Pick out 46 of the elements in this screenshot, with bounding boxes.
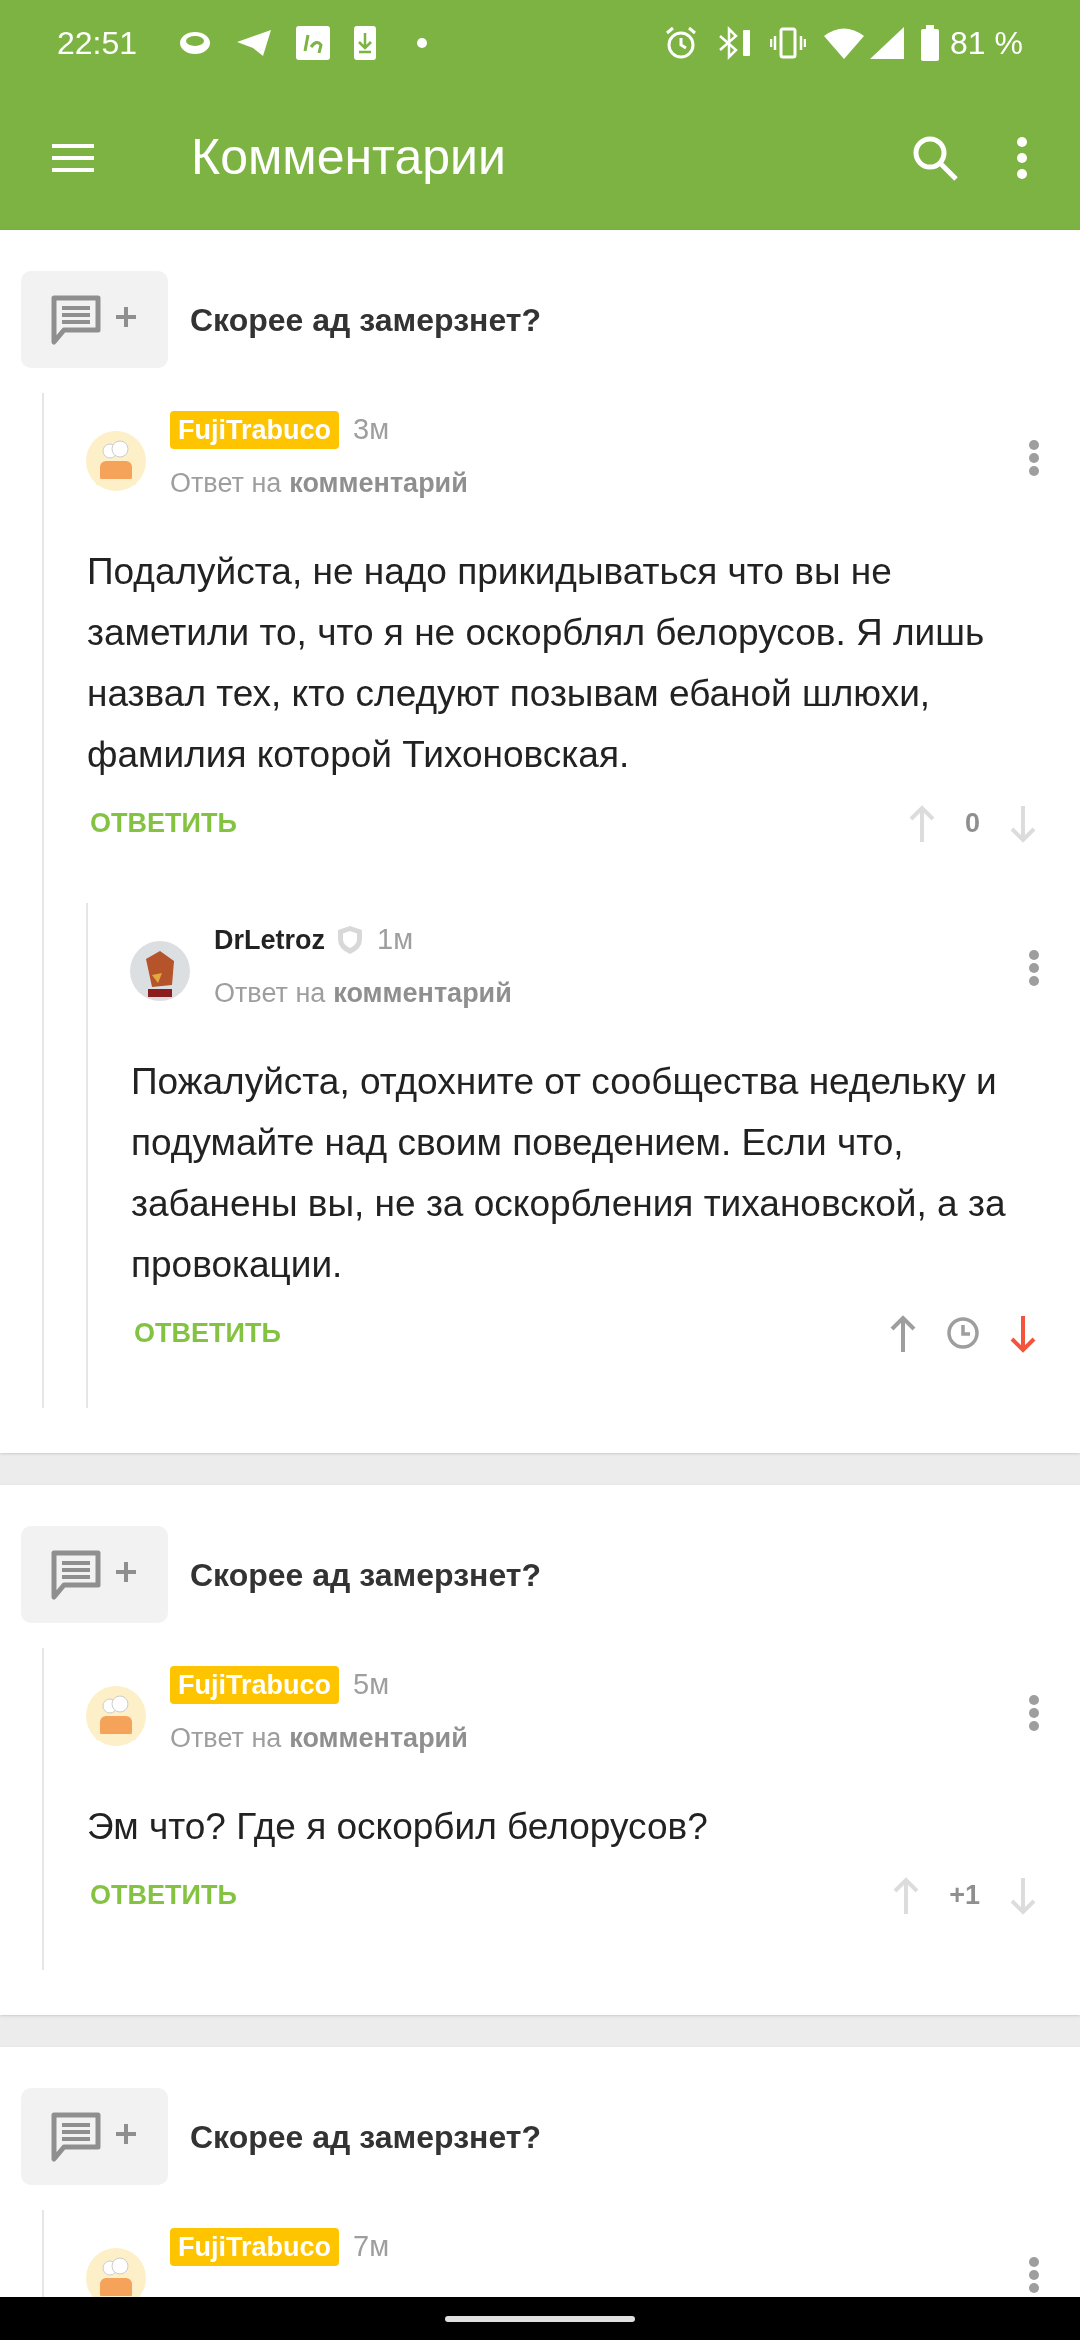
paper-plane-icon [235, 27, 274, 58]
comment-text: Эм что? Где я оскорбил белорусов? [86, 1805, 709, 1849]
reply-to-label: Ответ на [170, 467, 282, 500]
battery-icon [920, 24, 941, 61]
more-icon[interactable] [1028, 949, 1040, 987]
screen-title: Комментарии [191, 128, 506, 187]
add-comment-button[interactable] [21, 1526, 168, 1623]
menu-icon[interactable] [50, 141, 96, 174]
shield-icon [337, 925, 363, 955]
battery-level: 81 % [950, 23, 1023, 63]
comment-link[interactable]: комментарий [333, 973, 512, 1014]
comment-time: 5м [353, 1667, 390, 1703]
more-icon[interactable] [1028, 2256, 1040, 2294]
comment-link[interactable]: комментарий [289, 1718, 468, 1759]
comment-link[interactable]: комментарий [289, 463, 468, 504]
add-comment-button[interactable] [21, 271, 168, 368]
reply-to-label: Ответ на [170, 1722, 282, 1755]
vibrate-icon [770, 25, 807, 60]
comment-text: Пожалуйста, отдохните от сообщества недельку и подумайте над своим поведением. Если что, забанены вы, не за оскорбления тихановской, а за провокации. [130, 1060, 1007, 1287]
reply-button[interactable]: ОТВЕТИТЬ [134, 1312, 281, 1354]
dot-icon [417, 37, 428, 48]
post-title[interactable]: Скорее ад замерзнет? [190, 1550, 541, 1599]
app-notification-icon [295, 24, 332, 61]
reply-button[interactable]: ОТВЕТИТЬ [90, 1874, 237, 1916]
rating: 0 [964, 806, 980, 840]
signal-icon [870, 26, 905, 59]
comment-time: 7м [353, 2229, 390, 2265]
comment-text: Подалуйста, не надо прикидываться что вы не заметили то, что я не оскорблял белорусов. Я лишь назвал тех, кто следуют позывам ебаной шлюхи, фамилия которой Тихоновская. [86, 550, 986, 777]
reply-to-label: Ответ на [214, 977, 326, 1010]
post-title[interactable]: Скорее ад замерзнет? [190, 2112, 541, 2161]
status-time: 22:51 [57, 23, 138, 63]
more-icon[interactable] [1028, 439, 1040, 477]
clock-icon [946, 1316, 980, 1350]
wifi-icon [824, 26, 865, 59]
username[interactable]: DrLetroz [214, 919, 325, 961]
alarm-icon [664, 25, 699, 60]
home-handle[interactable] [445, 2315, 635, 2322]
add-comment-button[interactable] [21, 2088, 168, 2185]
rating: +1 [949, 1878, 980, 1912]
post-title[interactable]: Скорее ад замерзнет? [190, 295, 541, 344]
more-icon[interactable] [1028, 1694, 1040, 1732]
download-icon [353, 24, 378, 61]
more-icon[interactable] [1015, 135, 1029, 180]
reply-button[interactable]: ОТВЕТИТЬ [90, 802, 237, 844]
comment-time: 3м [353, 412, 390, 448]
comment-time: 1м [377, 922, 414, 958]
